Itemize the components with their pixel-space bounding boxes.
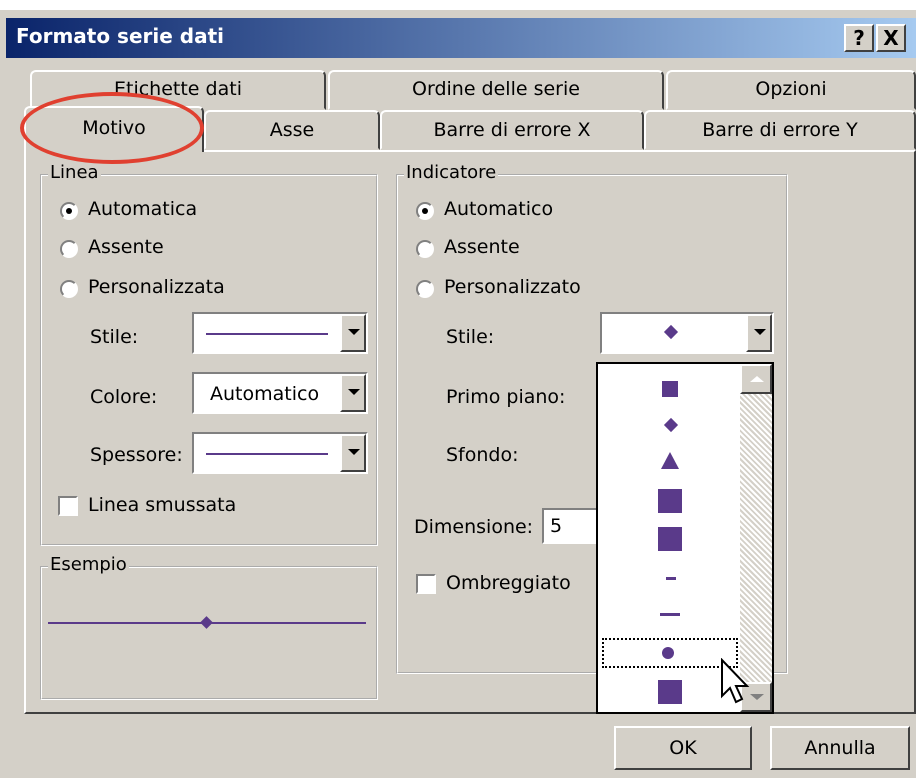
linea-colore-combo[interactable]: Automatico	[192, 372, 368, 414]
dimensione-value: 5	[550, 515, 563, 537]
esempio-group-label: Esempio	[48, 554, 129, 575]
linea-group: Linea Automatica Assente Personalizzata …	[40, 162, 378, 546]
linea-stile-value	[206, 333, 328, 335]
marker-option-square-large-2[interactable]	[600, 524, 740, 554]
indicatore-assente-label: Assente	[444, 236, 520, 258]
tab-barre-errore-x[interactable]: Barre di errore X	[380, 110, 644, 150]
ombreggiato-checkbox[interactable]	[416, 574, 436, 594]
chevron-down-icon[interactable]	[340, 374, 366, 412]
tab-opzioni[interactable]: Opzioni	[666, 70, 916, 110]
sfondo-label: Sfondo:	[446, 444, 519, 466]
ok-button[interactable]: OK	[614, 726, 752, 770]
linea-spessore-label: Spessore:	[90, 444, 183, 466]
marker-option-short-dash[interactable]	[600, 564, 740, 594]
linea-assente-label: Assente	[88, 236, 164, 258]
tab-asse[interactable]: Asse	[204, 110, 380, 150]
indicatore-personalizzato-label: Personalizzato	[444, 276, 581, 298]
indicatore-stile-label: Stile:	[446, 326, 495, 348]
close-button[interactable]: X	[876, 24, 906, 52]
indicatore-assente-radio[interactable]	[416, 240, 434, 258]
linea-stile-combo[interactable]	[192, 312, 368, 354]
chevron-down-icon	[750, 694, 764, 700]
linea-group-label: Linea	[48, 162, 101, 183]
linea-spessore-combo[interactable]	[192, 432, 368, 474]
scroll-up-button[interactable]	[740, 364, 772, 394]
mouse-cursor-icon	[721, 658, 750, 704]
dimensione-label: Dimensione:	[414, 516, 534, 538]
esempio-group: Esempio	[40, 554, 378, 700]
indicatore-group-label: Indicatore	[404, 162, 499, 183]
dimensione-input[interactable]: 5	[542, 508, 602, 544]
linea-personalizzata-radio[interactable]	[60, 280, 78, 298]
linea-stile-label: Stile:	[90, 326, 139, 348]
linea-personalizzata-label: Personalizzata	[88, 276, 225, 298]
chevron-down-icon[interactable]	[340, 434, 366, 472]
tab-barre-errore-y[interactable]: Barre di errore Y	[644, 110, 916, 150]
linea-smussata-checkbox[interactable]	[58, 496, 78, 516]
linea-smussata-label: Linea smussata	[88, 494, 237, 516]
esempio-marker	[200, 616, 213, 629]
title-bar: Formato serie dati ? X	[6, 18, 916, 58]
linea-colore-label: Colore:	[90, 386, 158, 408]
linea-colore-value: Automatico	[210, 383, 320, 405]
indicatore-stile-combo[interactable]	[600, 312, 774, 354]
tab-ordine-delle-serie[interactable]: Ordine delle serie	[328, 70, 664, 110]
chevron-down-icon[interactable]	[746, 314, 772, 352]
dialog-title: Formato serie dati	[16, 24, 224, 48]
indicatore-automatico-label: Automatico	[444, 198, 554, 220]
marker-option-square-2[interactable]	[600, 678, 740, 708]
annulla-button[interactable]: Annulla	[770, 726, 910, 770]
chevron-down-icon[interactable]	[340, 314, 366, 352]
linea-assente-radio[interactable]	[60, 240, 78, 258]
linea-automatica-radio[interactable]	[60, 202, 78, 220]
help-button[interactable]: ?	[844, 24, 874, 52]
indicatore-automatico-radio[interactable]	[416, 202, 434, 220]
annotation-circle	[20, 92, 204, 164]
marker-option-diamond[interactable]	[600, 410, 740, 440]
diamond-icon	[663, 324, 679, 340]
marker-option-circle[interactable]	[602, 638, 738, 668]
indicatore-personalizzato-radio[interactable]	[416, 280, 434, 298]
marker-option-square[interactable]	[600, 374, 740, 404]
dialog-window: Formato serie dati ? X Etichette dati Or…	[0, 10, 916, 778]
tab-panel-motivo: Linea Automatica Assente Personalizzata …	[24, 150, 916, 714]
marker-option-long-dash[interactable]	[600, 600, 740, 630]
chevron-up-icon	[750, 376, 764, 382]
primo-piano-label: Primo piano:	[446, 386, 566, 408]
marker-option-square-large[interactable]	[600, 486, 740, 516]
linea-automatica-label: Automatica	[88, 198, 198, 220]
linea-spessore-value	[206, 453, 328, 455]
marker-option-triangle[interactable]	[600, 446, 740, 476]
ombreggiato-label: Ombreggiato	[446, 572, 571, 594]
